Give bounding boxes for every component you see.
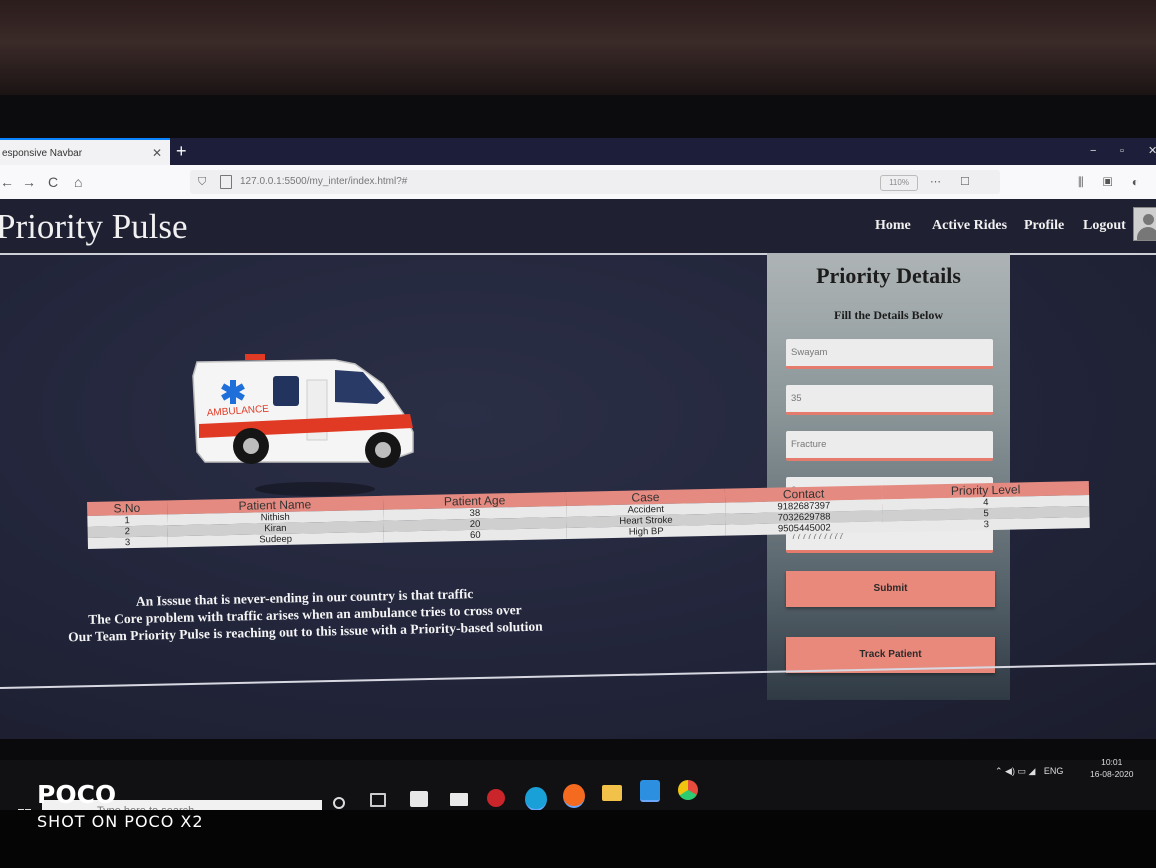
chrome-icon[interactable] — [678, 780, 698, 800]
home-button[interactable]: ⌂ — [74, 165, 82, 199]
app-icon-red[interactable] — [487, 789, 505, 807]
file-explorer-icon[interactable] — [602, 785, 622, 801]
clock-date: 16-08-2020 — [1090, 769, 1134, 779]
issue-statement: An Isssue that is never-ending in our co… — [59, 583, 550, 645]
store-icon[interactable] — [410, 791, 428, 807]
case-field[interactable]: Fracture — [786, 431, 993, 461]
address-bar[interactable]: ⛉ 127.0.0.1:5500/my_inter/index.html?# 1… — [190, 170, 1000, 212]
zoom-indicator[interactable]: 110% — [880, 175, 918, 191]
forward-button[interactable]: → — [22, 165, 36, 199]
cortana-icon[interactable] — [333, 797, 345, 809]
url-text[interactable]: 127.0.0.1:5500/my_inter/index.html?# — [240, 170, 407, 194]
web-page: Priority Pulse Home Active Rides Profile… — [0, 199, 1156, 739]
vscode-icon[interactable] — [640, 780, 660, 802]
ambulance-illustration: AMBULANCE — [192, 354, 414, 468]
tray-icons[interactable]: ⌃ ◀) ▭ ◢ — [995, 766, 1035, 776]
nav-home[interactable]: Home — [875, 218, 911, 234]
monitor-bezel — [0, 95, 1156, 140]
form-subtitle: Fill the Details Below — [834, 308, 943, 322]
avatar-shoulder-icon — [1137, 227, 1156, 240]
avatar-head-icon — [1143, 214, 1154, 225]
taskbar-clock[interactable]: 10:01 16-08-2020 — [1090, 756, 1133, 780]
tab-title: esponsive Navbar — [2, 148, 83, 159]
task-view-icon[interactable] — [370, 793, 386, 807]
shield-icon: ⛉ — [198, 176, 207, 188]
nav-active-rides[interactable]: Active Rides — [932, 218, 1007, 234]
avatar[interactable] — [1133, 207, 1156, 241]
system-tray[interactable]: ⌃ ◀) ▭ ◢ ENG — [995, 766, 1063, 777]
mail-icon[interactable] — [450, 793, 468, 806]
age-field[interactable]: 35 — [786, 385, 993, 415]
restore-button[interactable]: ▫ — [1120, 138, 1124, 165]
minimize-button[interactable]: − — [1090, 138, 1096, 165]
browser-tab-bar: esponsive Navbar ✕ + − ▫ ✕ — [0, 138, 1156, 165]
table-cell: 3 — [87, 536, 168, 549]
library-icon[interactable]: ⫼ ▣ ◐ — [1078, 165, 1147, 199]
site-header: Priority Pulse Home Active Rides Profile… — [0, 199, 1156, 255]
priority-form-panel: Priority Details Fill the Details Below … — [767, 253, 1010, 700]
edge-icon[interactable] — [525, 787, 547, 811]
browser-toolbar: ← → C ⌂ ⛉ 127.0.0.1:5500/my_inter/index.… — [0, 165, 1156, 212]
form-title: Priority Details — [816, 263, 961, 288]
language-indicator[interactable]: ENG — [1044, 766, 1064, 776]
camera-watermark-brand: POCO — [37, 780, 117, 809]
ambulance-shadow — [255, 482, 375, 496]
back-button[interactable]: ← — [0, 165, 14, 199]
firefox-icon[interactable] — [563, 784, 585, 808]
submit-button[interactable]: Submit — [786, 571, 995, 607]
clock-time: 10:01 — [1101, 757, 1123, 767]
nav-logout[interactable]: Logout — [1083, 218, 1126, 234]
brand-logo[interactable]: Priority Pulse — [0, 207, 188, 247]
browser-tab[interactable]: esponsive Navbar ✕ — [0, 138, 170, 165]
reload-button[interactable]: C — [48, 165, 58, 199]
name-field[interactable]: Swayam — [786, 339, 993, 369]
close-window-button[interactable]: ✕ — [1148, 138, 1156, 165]
new-tab-button[interactable]: + — [176, 138, 187, 164]
windows-taskbar: Type here to search ⌃ ◀) ▭ ◢ ENG 10:01 1… — [0, 757, 1156, 822]
tab-close-icon[interactable]: ✕ — [152, 140, 162, 167]
nav-profile[interactable]: Profile — [1024, 218, 1064, 234]
background-room — [0, 0, 1156, 95]
camera-watermark-caption: SHOT ON POCO X2 — [37, 812, 204, 831]
page-icon — [220, 175, 232, 189]
